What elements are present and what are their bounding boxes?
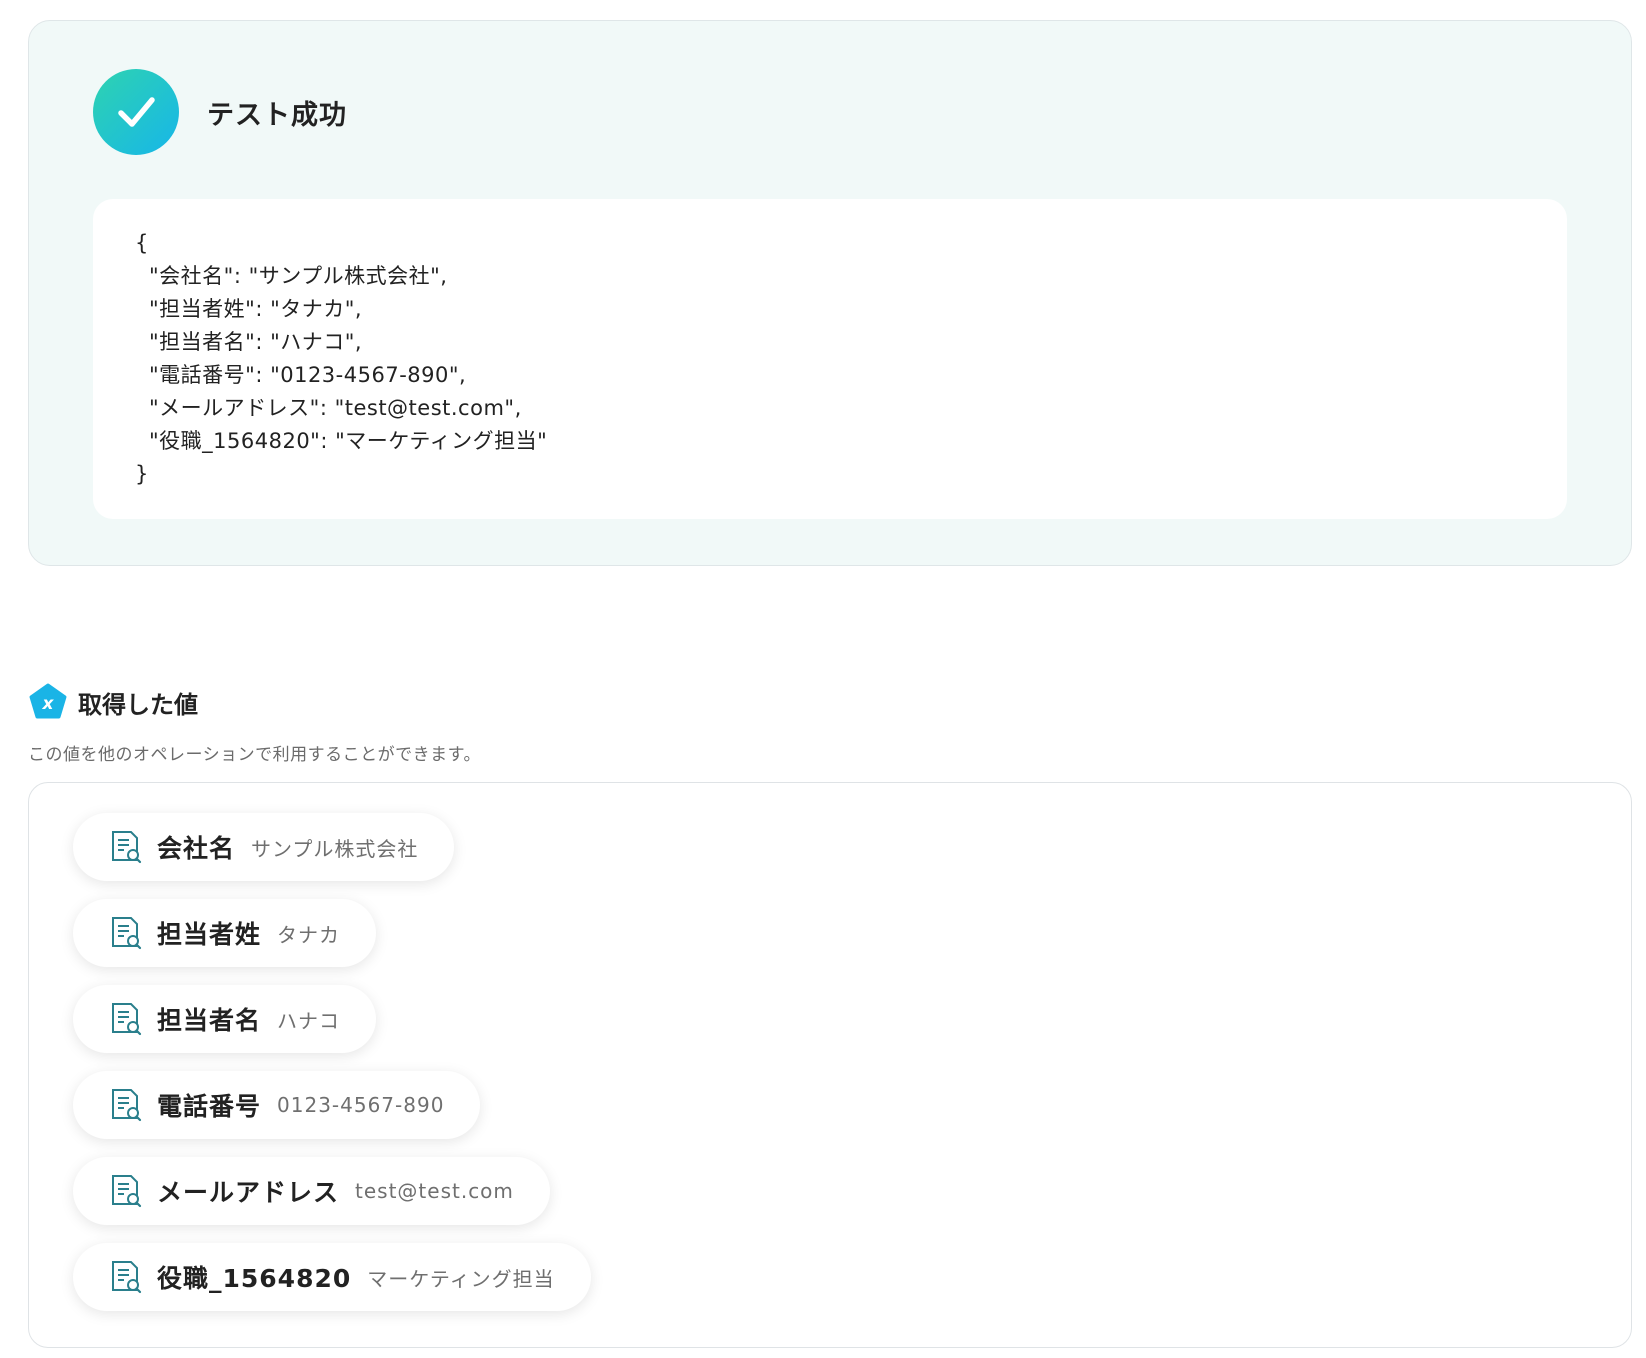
retrieved-values-panel: 会社名 サンプル株式会社 担当者姓 タナカ 担当者名 ハナコ 電話番号 0123… [28,782,1632,1348]
json-line: "電話番号": "0123-4567-890", [149,363,467,387]
variable-icon: x [29,683,67,719]
json-line: "会社名": "サンプル株式会社", [149,264,448,288]
value-chip-value: サンプル株式会社 [251,836,419,861]
test-result-panel: テスト成功 { "会社名": "サンプル株式会社", "担当者姓": "タナカ"… [28,20,1632,566]
json-output: { "会社名": "サンプル株式会社", "担当者姓": "タナカ", "担当者… [93,199,1567,519]
value-chip-value: タナカ [277,922,341,947]
json-line: "担当者姓": "タナカ", [149,297,363,321]
value-list: 会社名 サンプル株式会社 担当者姓 タナカ 担当者名 ハナコ 電話番号 0123… [73,813,591,1329]
value-chip-first-name[interactable]: 担当者名 ハナコ [73,985,377,1053]
value-chip-phone[interactable]: 電話番号 0123-4567-890 [73,1071,481,1139]
value-chip-company-name[interactable]: 会社名 サンプル株式会社 [73,813,455,881]
value-chip-label: 担当者姓 [157,920,262,949]
value-chip-label: メールアドレス [157,1178,340,1207]
document-search-icon [112,831,142,864]
value-chip-value: ハナコ [277,1008,341,1033]
json-line: { [135,231,149,255]
value-chip-label: 担当者名 [157,1006,262,1035]
document-search-icon [112,1261,142,1294]
json-line: } [135,462,149,486]
retrieved-values-description: この値を他のオペレーションで利用することができます。 [28,745,481,765]
document-search-icon [112,1089,142,1122]
value-chip-value: マーケティング担当 [367,1266,555,1291]
value-chip-email[interactable]: メールアドレス test@test.com [73,1157,550,1225]
value-chip-value: test@test.com [355,1179,514,1203]
page: テスト成功 { "会社名": "サンプル株式会社", "担当者姓": "タナカ"… [0,0,1646,1358]
json-line: "担当者名": "ハナコ", [149,330,363,354]
json-line: "役職_1564820": "マーケティング担当" [149,429,548,453]
svg-text:x: x [42,694,55,714]
test-result-header: テスト成功 [93,69,347,155]
document-search-icon [112,917,142,950]
retrieved-values-heading: x 取得した値 [28,682,198,722]
value-chip-label: 役職_1564820 [157,1264,352,1293]
value-chip-label: 電話番号 [157,1092,262,1121]
check-icon [93,69,179,155]
document-search-icon [112,1175,142,1208]
document-search-icon [112,1003,142,1036]
value-chip-job-title[interactable]: 役職_1564820 マーケティング担当 [73,1243,591,1311]
test-result-title: テスト成功 [207,99,347,131]
json-line: "メールアドレス": "test@test.com", [149,396,522,420]
value-chip-value: 0123-4567-890 [277,1093,445,1117]
value-chip-label: 会社名 [157,834,236,863]
value-chip-last-name[interactable]: 担当者姓 タナカ [73,899,377,967]
retrieved-values-title: 取得した値 [78,690,198,719]
